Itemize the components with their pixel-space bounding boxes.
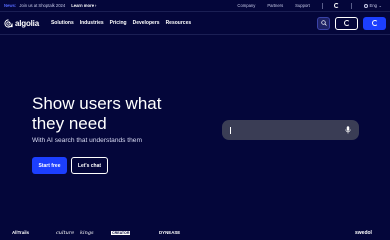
- nav-item-resources[interactable]: Resources: [166, 20, 192, 26]
- loading-spinner-icon: [371, 20, 378, 26]
- loading-spinner-icon: [343, 20, 350, 26]
- creator-logo: CREATOR: [111, 231, 131, 235]
- hero-subtitle: With AI search that understands them: [32, 137, 142, 144]
- text-cursor: [230, 126, 231, 134]
- logo-text: algolia: [15, 18, 39, 28]
- signup-button[interactable]: [363, 16, 386, 30]
- support-link[interactable]: Support: [295, 3, 310, 8]
- announcement-bar: News: Join us at Shoptalk 2024 Learn mor…: [0, 0, 390, 11]
- swedol-logo: swedol: [355, 230, 372, 236]
- nav-item-pricing[interactable]: Pricing: [110, 20, 127, 26]
- login-button[interactable]: [335, 16, 358, 30]
- nav-item-developers[interactable]: Developers: [133, 20, 160, 26]
- news-label: News:: [4, 3, 17, 8]
- divider: [321, 2, 323, 9]
- search-icon: [320, 20, 327, 26]
- alltrails-logo: AllTrails: [12, 230, 30, 235]
- utility-links: Company Partners Support Eng ⌄: [237, 2, 382, 9]
- nav-item-solutions[interactable]: Solutions: [51, 20, 74, 26]
- customer-logos: AllTrails culture kings CREATOR DYNEASE …: [0, 226, 390, 240]
- kings-logo: kings: [80, 230, 94, 236]
- learn-more-label: Learn more: [71, 3, 95, 8]
- nav-links: Solutions Industries Pricing Developers …: [51, 20, 191, 26]
- lets-chat-button[interactable]: Let's chat: [71, 157, 108, 174]
- company-link[interactable]: Company: [237, 3, 255, 8]
- chevron-down-icon: ⌄: [378, 3, 382, 8]
- microphone-icon-glyph: [345, 126, 351, 134]
- culture-logo: culture: [56, 230, 75, 236]
- divider: [351, 2, 353, 9]
- loading-spinner-icon: [334, 3, 340, 8]
- news-message: Join us at Shoptalk 2024: [19, 3, 66, 8]
- partners-link[interactable]: Partners: [267, 3, 283, 8]
- hero-title: Show users what they need: [32, 94, 162, 133]
- dynease-logo: DYNEASE: [159, 230, 181, 235]
- hero-search-input[interactable]: [222, 120, 359, 140]
- nav-actions: [317, 16, 386, 30]
- language-label: Eng: [369, 3, 377, 8]
- globe-icon: [364, 3, 369, 8]
- nav-item-industries[interactable]: Industries: [80, 20, 104, 26]
- start-free-button[interactable]: Start free: [32, 157, 67, 174]
- main-nav: algolia Solutions Industries Pricing Dev…: [0, 11, 390, 35]
- language-selector[interactable]: Eng ⌄: [364, 3, 382, 8]
- learn-more-link[interactable]: Learn more ›: [71, 3, 96, 8]
- chevron-right-icon: ›: [95, 3, 97, 8]
- algolia-logo-icon: [4, 18, 13, 28]
- search-button[interactable]: [317, 16, 330, 30]
- microphone-icon[interactable]: [345, 126, 351, 134]
- algolia-logo[interactable]: algolia: [4, 19, 39, 28]
